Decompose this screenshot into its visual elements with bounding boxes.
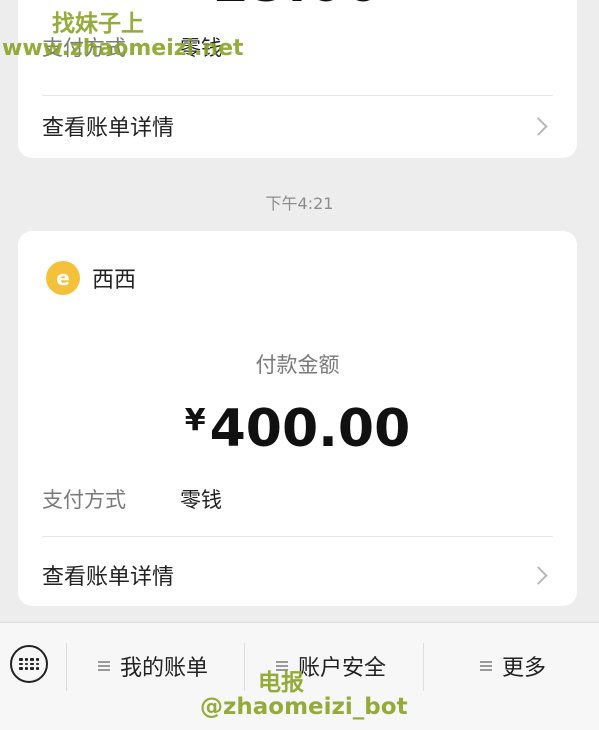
menu-lines-icon: [98, 661, 110, 671]
tab-my-bills[interactable]: 我的账单: [98, 649, 208, 683]
tab-label: 账户安全: [298, 656, 387, 681]
tab-more[interactable]: 更多: [480, 649, 546, 683]
merchant-header: e 西西: [46, 261, 136, 295]
pay-method-row: 支付方式 零钱: [42, 484, 553, 514]
tab-label: 我的账单: [120, 656, 209, 681]
merchant-name: 西西: [92, 268, 137, 293]
pay-method-label: 支付方式: [42, 488, 126, 512]
watermark-top-url: www.zhaomeizi.net: [2, 36, 244, 61]
divider: [42, 95, 553, 96]
payment-amount: ¥400.00: [18, 391, 577, 459]
tab-divider: [66, 643, 67, 691]
watermark-top-text: 找妹子上: [52, 11, 144, 37]
currency-symbol: ¥: [184, 403, 206, 438]
divider: [42, 536, 553, 537]
view-bill-details-link[interactable]: 查看账单详情: [42, 108, 553, 144]
view-bill-details-label: 查看账单详情: [42, 116, 175, 141]
keyboard-icon: [19, 658, 39, 670]
watermark-bottom-text: 电报: [258, 670, 304, 696]
amount-value: 400.00: [209, 399, 411, 459]
keyboard-toggle-button[interactable]: [10, 645, 48, 683]
message-timestamp: 下午4:21: [265, 194, 334, 213]
payment-amount-label: 付款金额: [255, 353, 340, 377]
pay-method-value: 零钱: [180, 488, 222, 512]
tab-divider: [244, 643, 245, 691]
payment-card[interactable]: e 西西 付款金额 ¥400.00 支付方式 零钱 查看账单详情: [18, 231, 577, 606]
watermark-bottom-handle: @zhaomeizi_bot: [200, 694, 408, 720]
merchant-logo-icon: e: [46, 261, 80, 295]
tab-divider: [423, 643, 424, 691]
menu-lines-icon: [480, 661, 492, 671]
view-bill-details-link[interactable]: 查看账单详情: [42, 557, 553, 593]
chevron-right-icon: [529, 565, 548, 585]
tab-label: 更多: [502, 656, 547, 681]
chevron-right-icon: [529, 116, 548, 136]
view-bill-details-label: 查看账单详情: [42, 565, 175, 590]
wechat-pay-screen: 25.00 支付方式 零钱 查看账单详情 下午4:21 e 西西 付款金额 ¥4…: [0, 0, 599, 730]
